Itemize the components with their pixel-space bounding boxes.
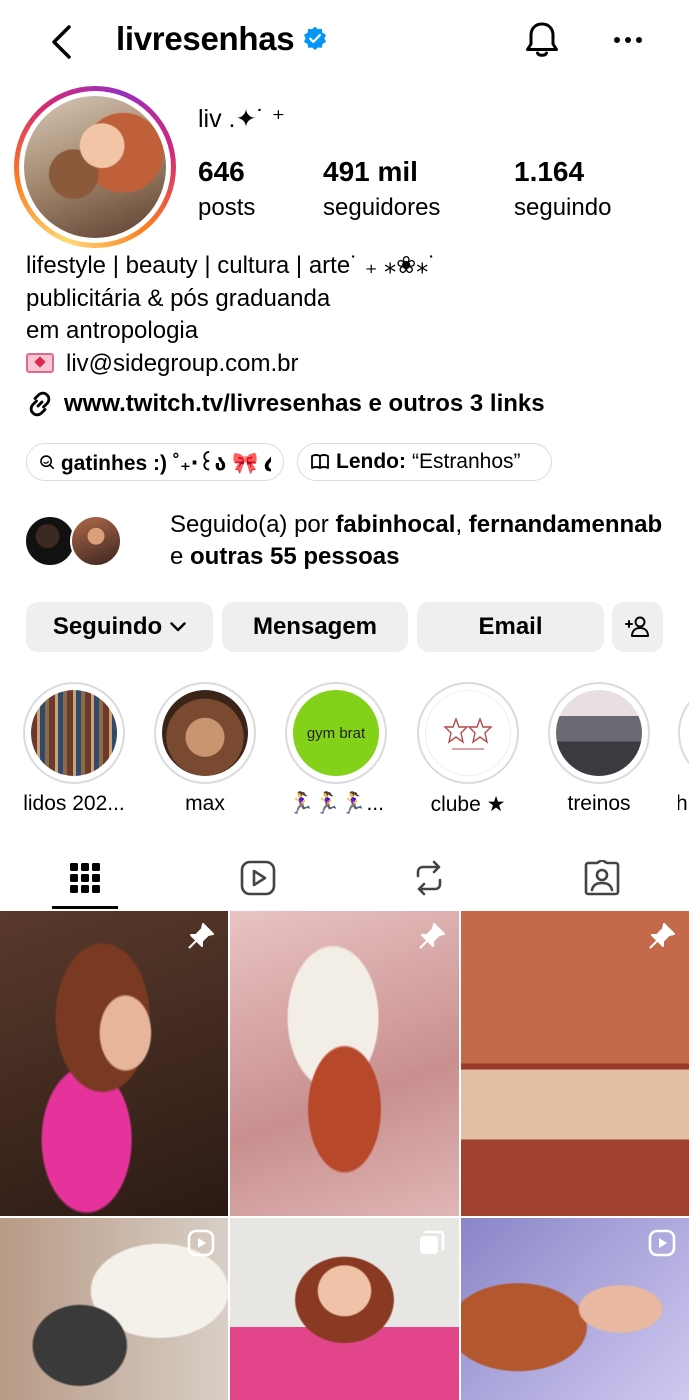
highlight-label: max xyxy=(185,792,225,815)
highlight-clube[interactable]: clube ★ xyxy=(416,682,520,816)
chevron-down-icon xyxy=(170,622,186,632)
reading-chip-label: Lendo: xyxy=(336,450,406,473)
tagged-icon xyxy=(584,860,620,896)
bio-line: lifestyle | beauty | cultura | arte˙ ₊ ⁎… xyxy=(26,252,437,279)
highlight-label: 🏃‍♀️🏃‍♀️🏃‍♀️... xyxy=(288,792,384,815)
username-text: livresenhas xyxy=(116,20,295,57)
followed-by-text[interactable]: Seguido(a) por fabinhocal, fernandamenna… xyxy=(170,509,670,573)
bio-line: em antropologia xyxy=(26,317,199,344)
reel-icon xyxy=(648,1229,676,1257)
stat-following-value: 1.164 xyxy=(514,156,585,187)
tab-reposts[interactable] xyxy=(399,850,459,906)
tab-posts-grid[interactable] xyxy=(55,850,115,906)
highlight-cover xyxy=(556,690,642,776)
post-thumbnail[interactable] xyxy=(230,1218,459,1400)
display-name: liv .✦˙ ⁺ xyxy=(198,105,285,133)
tab-reels[interactable] xyxy=(228,850,288,906)
highlight-max[interactable]: max xyxy=(153,682,257,815)
carousel-icon xyxy=(420,1230,445,1254)
threads-chip-text: gatinhes :) ˚₊‧꒰ა 🎀 ໒꒱ ‧₊˚ xyxy=(60,452,271,475)
stat-followers[interactable]: 491 mil seguidores xyxy=(323,156,440,222)
posts-grid xyxy=(0,911,689,1400)
suggested-users-button[interactable] xyxy=(612,602,663,652)
more-options-icon[interactable] xyxy=(606,18,650,62)
highlight-gym-brat[interactable]: gym brat 🏃‍♀️🏃‍♀️🏃‍♀️... xyxy=(284,682,388,815)
profile-username: livresenhas xyxy=(116,20,328,58)
highlight-label: h xyxy=(678,792,688,812)
highlight-cover: gym brat xyxy=(293,690,379,776)
mutual-followers-avatars[interactable] xyxy=(24,515,124,569)
profile-avatar-story-ring[interactable] xyxy=(14,86,176,248)
profile-bio: lifestyle | beauty | cultura | arte˙ ₊ ⁎… xyxy=(26,250,666,380)
avatar xyxy=(70,515,122,567)
reels-icon xyxy=(240,860,276,896)
mutual-follower-2: fernandamennab xyxy=(468,511,663,538)
post-thumbnail[interactable] xyxy=(461,1218,689,1400)
profile-link-text: www.twitch.tv/livresenhas e outros 3 lin… xyxy=(64,390,545,417)
pin-icon xyxy=(649,923,675,949)
profile-avatar xyxy=(24,96,166,238)
stat-following[interactable]: 1.164 seguindo xyxy=(514,156,611,222)
link-icon xyxy=(29,391,51,417)
star-characters-icon xyxy=(443,717,493,750)
grid-icon xyxy=(70,863,100,893)
bio-email-line: liv@sidegroup.com.br xyxy=(26,348,666,381)
post-thumbnail[interactable] xyxy=(230,911,459,1216)
highlight-lidos[interactable]: lidos 202... xyxy=(22,682,126,815)
highlight-partial[interactable]: h xyxy=(678,682,689,812)
reading-chip[interactable]: Lendo: “Estranhos” xyxy=(297,443,552,481)
following-button[interactable]: Seguindo xyxy=(26,602,213,652)
highlight-label: clube ★ xyxy=(430,793,506,816)
highlight-label: lidos 202... xyxy=(23,792,125,815)
highlight-cover xyxy=(31,690,117,776)
highlight-cover xyxy=(425,690,511,776)
reposts-icon xyxy=(416,860,442,896)
highlight-cover xyxy=(162,690,248,776)
highlight-treinos[interactable]: treinos xyxy=(547,682,651,815)
tab-tagged[interactable] xyxy=(572,850,632,906)
active-tab-indicator xyxy=(52,906,118,909)
post-thumbnail[interactable] xyxy=(461,911,689,1216)
post-thumbnail[interactable] xyxy=(0,911,228,1216)
love-letter-icon xyxy=(26,352,54,373)
threads-chip[interactable]: gatinhes :) ˚₊‧꒰ა 🎀 ໒꒱ ‧₊˚ xyxy=(26,443,284,481)
stat-following-label: seguindo xyxy=(514,194,612,221)
message-button[interactable]: Mensagem xyxy=(222,602,408,652)
mutual-follower-1: fabinhocal xyxy=(335,511,456,538)
stat-posts[interactable]: 646 posts xyxy=(198,156,255,222)
stat-posts-value: 646 xyxy=(198,156,245,187)
highlight-cover-text: gym brat xyxy=(306,724,366,742)
email-button[interactable]: Email xyxy=(417,602,604,652)
highlight-label: treinos xyxy=(567,792,631,815)
post-thumbnail[interactable] xyxy=(0,1218,228,1400)
profile-link[interactable]: www.twitch.tv/livresenhas e outros 3 lin… xyxy=(26,390,545,418)
pin-icon xyxy=(419,923,445,949)
pin-icon xyxy=(188,923,214,949)
mutual-followers-others: outras 55 pessoas xyxy=(190,543,400,570)
book-icon xyxy=(311,453,329,469)
back-icon[interactable] xyxy=(40,20,84,64)
avatar xyxy=(24,515,76,567)
top-bar: livresenhas xyxy=(0,0,689,82)
stat-followers-label: seguidores xyxy=(323,194,441,221)
reading-chip-text: “Estranhos” xyxy=(411,450,521,473)
verified-badge-icon xyxy=(304,26,327,51)
add-person-icon xyxy=(624,616,649,637)
stat-posts-label: posts xyxy=(198,194,256,221)
threads-icon xyxy=(40,455,55,470)
notifications-bell-icon[interactable] xyxy=(520,18,564,62)
profile-content-tabs xyxy=(0,850,689,910)
bio-line: publicitária & pós graduanda xyxy=(26,284,331,312)
bio-email[interactable]: liv@sidegroup.com.br xyxy=(66,350,298,377)
stat-followers-value: 491 mil xyxy=(323,156,418,187)
reel-icon xyxy=(187,1229,215,1257)
